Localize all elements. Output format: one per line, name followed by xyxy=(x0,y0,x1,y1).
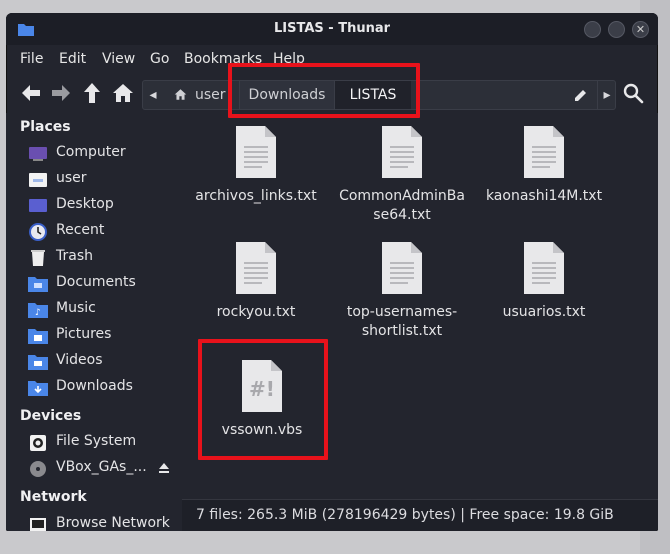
sidebar-item-recent[interactable]: Recent xyxy=(28,220,178,244)
sidebar-item-computer[interactable]: Computer xyxy=(28,142,178,166)
pictures-folder-icon xyxy=(28,329,48,344)
file-item[interactable]: archivos_links.txt xyxy=(186,125,326,206)
forward-arrow-icon[interactable] xyxy=(48,80,74,106)
sidebar-item-user[interactable]: user xyxy=(28,168,178,192)
eject-icon[interactable] xyxy=(158,462,170,474)
maximize-button[interactable] xyxy=(608,21,625,38)
status-text: 7 files: 265.3 MiB (278196429 bytes) | F… xyxy=(196,507,614,523)
sidebar-header-devices: Devices xyxy=(20,408,82,424)
sidebar-item-music[interactable]: ♪ Music xyxy=(28,298,178,322)
status-bar: 7 files: 265.3 MiB (278196429 bytes) | F… xyxy=(182,499,658,531)
clock-icon xyxy=(29,223,47,241)
svg-text:♪: ♪ xyxy=(35,308,41,318)
title-bar[interactable]: LISTAS - Thunar ✕ xyxy=(6,13,658,45)
desktop-icon xyxy=(29,199,47,212)
sidebar-item-videos[interactable]: Videos xyxy=(28,350,178,374)
text-file-icon xyxy=(382,126,422,178)
videos-folder-icon xyxy=(28,355,48,370)
back-arrow-icon[interactable] xyxy=(18,80,44,106)
sidebar: Places Computer user Desktop Recent Tras… xyxy=(6,113,182,531)
path-scroll-right-button[interactable]: ▸ xyxy=(597,81,616,109)
text-file-icon xyxy=(236,242,276,294)
file-name: archivos_links.txt xyxy=(195,188,317,204)
menu-view[interactable]: View xyxy=(102,51,135,67)
sidebar-header-network: Network xyxy=(20,489,87,505)
file-name: CommonAdminBase64.txt xyxy=(339,188,465,223)
home-folder-icon xyxy=(29,173,47,187)
text-file-icon xyxy=(382,242,422,294)
file-name: kaonashi14M.txt xyxy=(485,188,603,204)
file-name: top-usernames-shortlist.txt xyxy=(346,304,458,339)
close-button[interactable]: ✕ xyxy=(632,21,649,38)
sidebar-item-filesystem[interactable]: File System xyxy=(28,431,178,455)
file-item[interactable]: CommonAdminBase64.txt xyxy=(332,125,472,225)
home-icon[interactable] xyxy=(110,80,136,106)
edit-location-icon[interactable] xyxy=(573,87,589,103)
trash-icon xyxy=(31,250,45,266)
file-item[interactable]: rockyou.txt xyxy=(186,241,326,322)
network-icon xyxy=(30,518,46,531)
file-name: rockyou.txt xyxy=(216,304,296,320)
sidebar-item-trash[interactable]: Trash xyxy=(28,246,178,270)
home-icon xyxy=(174,89,187,100)
highlight-box-file xyxy=(198,339,328,460)
window-title: LISTAS - Thunar xyxy=(273,21,391,36)
documents-folder-icon xyxy=(28,277,48,292)
file-item[interactable]: kaonashi14M.txt xyxy=(474,125,614,206)
file-name: usuarios.txt xyxy=(502,304,586,320)
menu-go[interactable]: Go xyxy=(150,51,169,67)
minimize-button[interactable] xyxy=(584,21,601,38)
file-item[interactable]: top-usernames-shortlist.txt xyxy=(332,241,472,341)
highlight-box-path xyxy=(228,63,420,118)
computer-icon xyxy=(29,147,47,161)
path-home-button[interactable]: user xyxy=(165,81,233,109)
sidebar-item-browse-network[interactable]: Browse Network xyxy=(28,513,178,531)
menu-file[interactable]: File xyxy=(20,51,43,67)
sidebar-item-desktop[interactable]: Desktop xyxy=(28,194,178,218)
sidebar-item-downloads[interactable]: Downloads xyxy=(28,376,178,400)
up-arrow-icon[interactable] xyxy=(79,80,105,106)
path-home-label: user xyxy=(195,87,226,103)
text-file-icon xyxy=(236,126,276,178)
search-icon[interactable] xyxy=(620,80,646,106)
sidebar-item-pictures[interactable]: Pictures xyxy=(28,324,178,348)
path-scroll-left-button[interactable]: ◂ xyxy=(143,81,163,109)
sidebar-item-documents[interactable]: Documents xyxy=(28,272,178,296)
optical-disc-icon xyxy=(30,461,46,477)
downloads-folder-icon xyxy=(28,381,48,396)
sidebar-item-vbox[interactable]: VBox_GAs_... xyxy=(28,457,178,481)
text-file-icon xyxy=(524,126,564,178)
file-item[interactable]: usuarios.txt xyxy=(474,241,614,322)
text-file-icon xyxy=(524,242,564,294)
drive-icon xyxy=(30,435,46,451)
music-folder-icon: ♪ xyxy=(28,303,48,318)
menu-edit[interactable]: Edit xyxy=(59,51,86,67)
sidebar-header-places: Places xyxy=(20,119,71,135)
